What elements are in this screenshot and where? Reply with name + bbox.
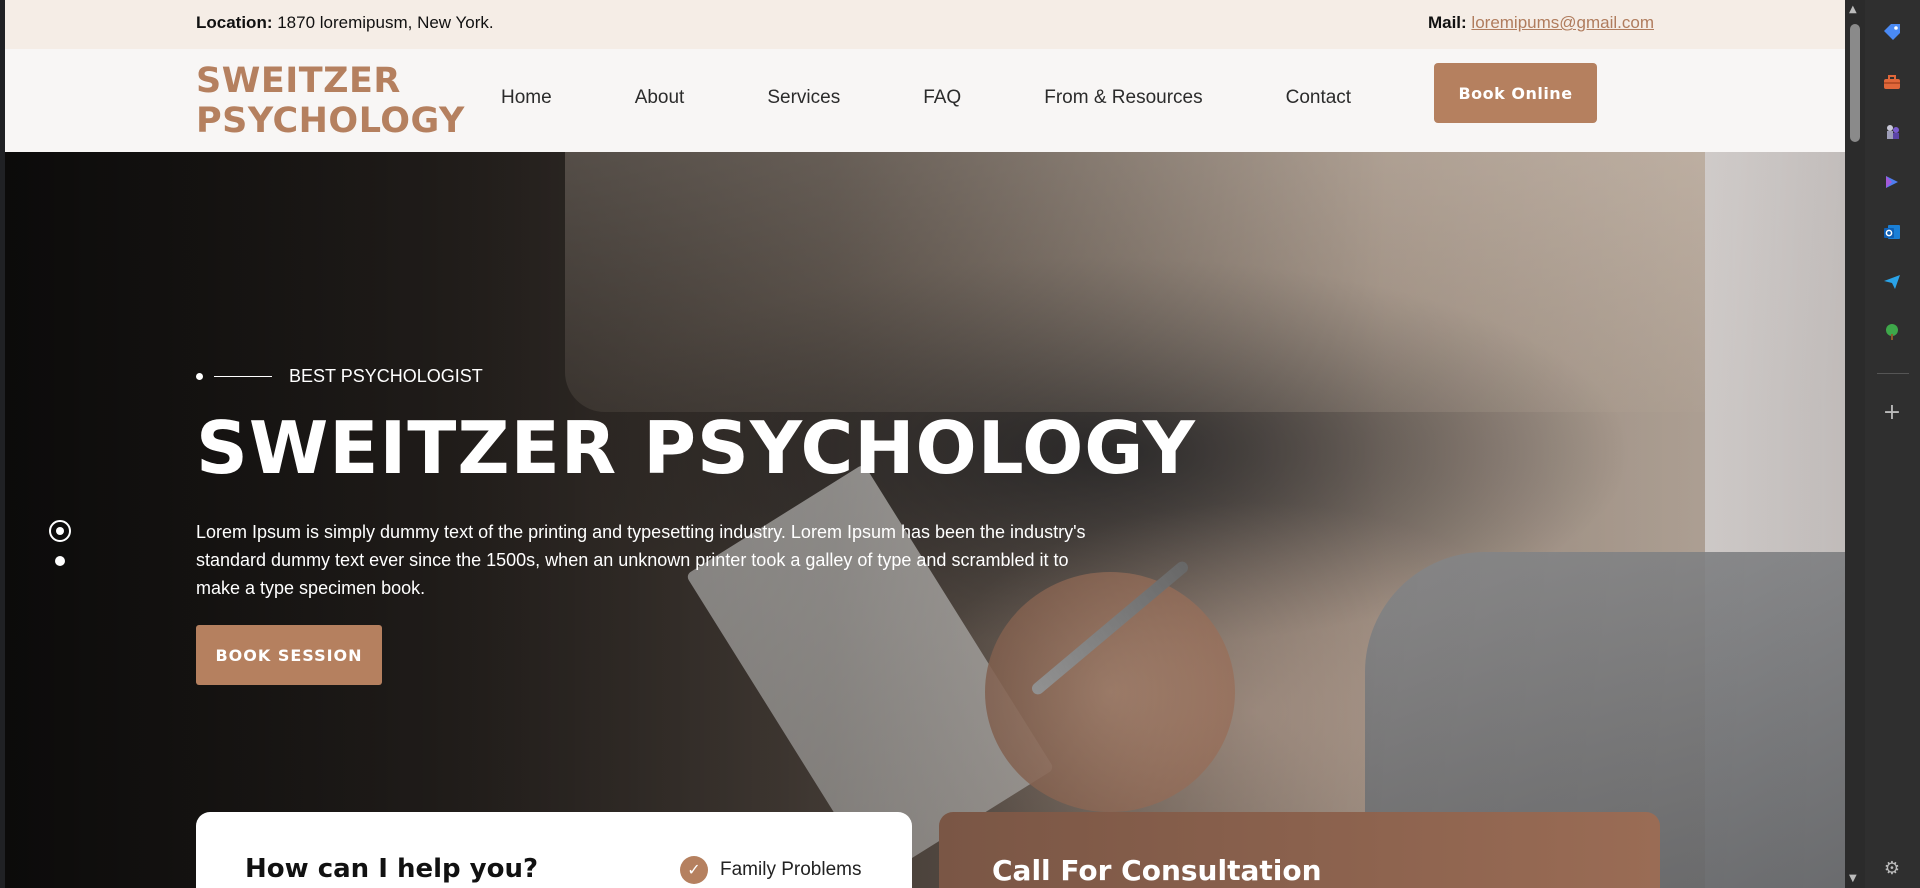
location-value: 1870 loremipusm, New York. (272, 13, 494, 32)
main-nav: Home About Services FAQ From & Resources… (501, 87, 1434, 109)
send-icon[interactable] (1880, 270, 1904, 294)
toolbox-icon[interactable] (1880, 70, 1904, 94)
hero-title: SWEITZER PSYCHOLOGY (196, 406, 1196, 490)
settings-icon[interactable]: ⚙ (1880, 856, 1904, 880)
help-item-label: Family Problems (720, 859, 862, 880)
copilot-icon[interactable] (1880, 170, 1904, 194)
sidebar-divider (1877, 373, 1909, 374)
consultation-card-title: Call For Consultation (992, 854, 1322, 887)
book-session-button[interactable]: BOOK SESSION (196, 625, 382, 685)
nav-home[interactable]: Home (501, 87, 552, 109)
scroll-up-arrow-icon[interactable]: ▲ (1849, 4, 1857, 15)
nav-faq[interactable]: FAQ (923, 87, 961, 109)
nav-services[interactable]: Services (767, 87, 840, 109)
nav-about[interactable]: About (635, 87, 685, 109)
location-label: Location: (196, 13, 273, 32)
slider-dot[interactable] (55, 556, 65, 566)
mail-label: Mail: (1427, 13, 1467, 32)
help-list-item: ✓ Family Problems (680, 856, 861, 884)
mail-info: Mail: loremipums@gmail.com (1428, 13, 1654, 33)
book-online-button[interactable]: Book Online (1434, 63, 1597, 123)
divider-line (214, 376, 272, 377)
eyebrow-text: BEST PSYCHOLOGIST (289, 366, 483, 386)
logo-line-1: SWEITZER (196, 61, 401, 101)
hero-eyebrow: BEST PSYCHOLOGIST (196, 366, 483, 387)
hero-section: BEST PSYCHOLOGIST SWEITZER PSYCHOLOGY Lo… (5, 152, 1845, 888)
tag-icon[interactable] (1880, 20, 1904, 44)
hero-description: Lorem Ipsum is simply dummy text of the … (196, 522, 1086, 598)
consultation-card: Call For Consultation (939, 812, 1660, 888)
scroll-down-arrow-icon[interactable]: ▼ (1849, 873, 1857, 884)
bullet-icon (196, 373, 203, 380)
site-header: SWEITZER PSYCHOLOGY Home About Services … (5, 49, 1845, 152)
add-icon[interactable]: + (1880, 400, 1904, 425)
logo-line-2: PSYCHOLOGY (196, 101, 465, 141)
scroll-thumb[interactable] (1850, 24, 1860, 142)
top-info-bar: Location: 1870 loremipusm, New York. Mai… (5, 0, 1845, 49)
check-circle-icon: ✓ (680, 856, 708, 884)
help-card-title: How can I help you? (245, 854, 539, 884)
outlook-icon[interactable] (1880, 220, 1904, 244)
site-logo[interactable]: SWEITZER PSYCHOLOGY (196, 61, 465, 141)
slider-dot-active[interactable] (49, 520, 71, 542)
chess-icon[interactable] (1880, 120, 1904, 144)
mail-link[interactable]: loremipums@gmail.com (1471, 13, 1654, 32)
tree-icon[interactable] (1880, 320, 1904, 344)
help-card: How can I help you? ✓ Family Problems (196, 812, 912, 888)
browser-sidebar: + ⚙ (1865, 0, 1920, 888)
nav-contact[interactable]: Contact (1286, 87, 1351, 109)
nav-forms-resources[interactable]: From & Resources (1044, 87, 1202, 109)
page-scrollbar[interactable]: ▲ ▼ (1845, 0, 1865, 888)
web-page: Location: 1870 loremipusm, New York. Mai… (5, 0, 1845, 888)
location-info: Location: 1870 loremipusm, New York. (196, 13, 494, 33)
